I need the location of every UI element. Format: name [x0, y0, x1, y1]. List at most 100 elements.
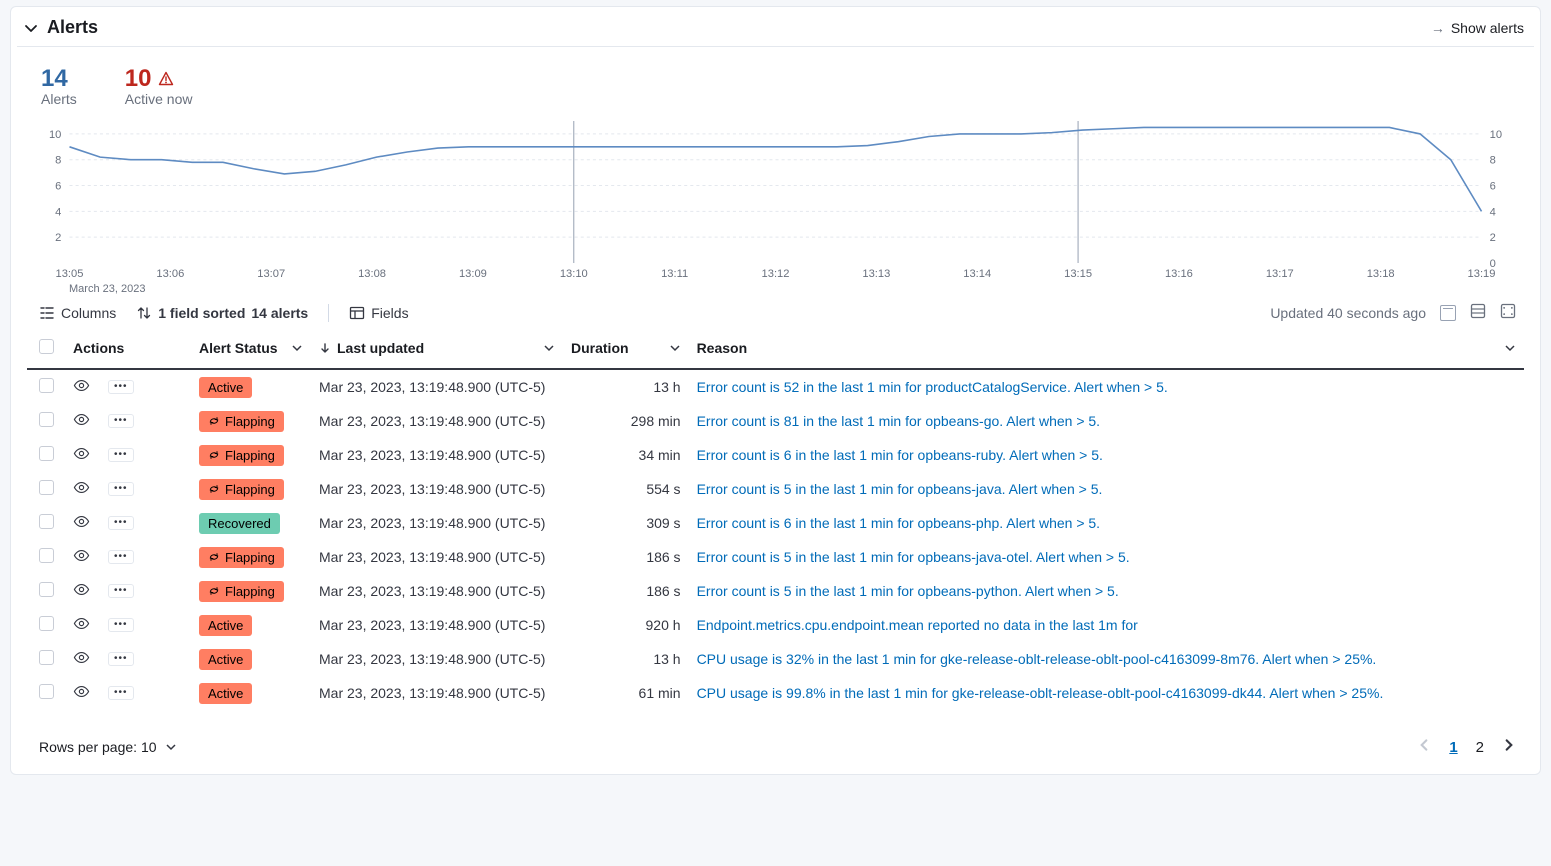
rows-per-page[interactable]: Rows per page: 10 [39, 739, 177, 755]
svg-text:13:12: 13:12 [762, 268, 790, 280]
eye-icon [73, 479, 90, 496]
columns-button[interactable]: Columns [39, 305, 116, 321]
reason-link[interactable]: Error count is 5 in the last 1 min for o… [697, 583, 1119, 599]
cell-duration: 34 min [571, 447, 681, 463]
eye-icon [73, 581, 90, 598]
view-details-button[interactable] [73, 581, 90, 601]
page-1[interactable]: 1 [1449, 739, 1457, 756]
columns-icon [39, 305, 55, 321]
cell-updated: Mar 23, 2023, 13:19:48.900 (UTC-5) [311, 540, 563, 574]
select-all-checkbox[interactable] [39, 339, 54, 354]
reason-link[interactable]: Endpoint.metrics.cpu.endpoint.mean repor… [697, 617, 1138, 633]
reason-link[interactable]: Error count is 6 in the last 1 min for o… [697, 515, 1101, 531]
more-actions-button[interactable]: ••• [108, 482, 134, 496]
view-details-button[interactable] [73, 411, 90, 431]
density-icon[interactable] [1470, 303, 1486, 322]
row-checkbox[interactable] [39, 480, 54, 495]
reason-link[interactable]: Error count is 52 in the last 1 min for … [697, 379, 1168, 395]
eye-icon [73, 683, 90, 700]
show-alerts-link[interactable]: → Show alerts [1431, 20, 1524, 36]
more-actions-button[interactable]: ••• [108, 414, 134, 428]
reason-link[interactable]: Error count is 5 in the last 1 min for o… [697, 549, 1130, 565]
row-checkbox[interactable] [39, 446, 54, 461]
fullscreen-icon[interactable] [1500, 303, 1516, 322]
row-checkbox[interactable] [39, 616, 54, 631]
more-actions-button[interactable]: ••• [108, 618, 134, 632]
keyboard-shortcuts-icon[interactable] [1440, 305, 1456, 321]
table-row: •••ActiveMar 23, 2023, 13:19:48.900 (UTC… [27, 369, 1524, 404]
view-details-button[interactable] [73, 377, 90, 397]
page-prev[interactable] [1417, 738, 1431, 756]
alerts-table: Actions Alert Status Last updated [27, 328, 1524, 710]
svg-text:13:10: 13:10 [560, 268, 588, 280]
eye-icon [73, 445, 90, 462]
view-details-button[interactable] [73, 479, 90, 499]
show-alerts-label: Show alerts [1451, 20, 1524, 36]
chevron-down-icon [165, 741, 177, 753]
view-details-button[interactable] [73, 615, 90, 635]
reason-link[interactable]: Error count is 81 in the last 1 min for … [697, 413, 1101, 429]
svg-text:4: 4 [55, 206, 61, 218]
fields-icon [349, 305, 365, 321]
table-row: •••ActiveMar 23, 2023, 13:19:48.900 (UTC… [27, 608, 1524, 642]
more-actions-button[interactable]: ••• [108, 380, 134, 394]
view-details-button[interactable] [73, 445, 90, 465]
row-checkbox[interactable] [39, 684, 54, 699]
fields-button[interactable]: Fields [349, 305, 408, 321]
table-row: •••RecoveredMar 23, 2023, 13:19:48.900 (… [27, 506, 1524, 540]
table-row: •••FlappingMar 23, 2023, 13:19:48.900 (U… [27, 540, 1524, 574]
chevron-down-icon [669, 342, 681, 354]
more-actions-button[interactable]: ••• [108, 652, 134, 666]
svg-text:13:14: 13:14 [963, 268, 991, 280]
sort-button[interactable]: 1 field sorted 14 alerts [136, 305, 308, 321]
chevron-down-icon [291, 342, 303, 354]
cell-updated: Mar 23, 2023, 13:19:48.900 (UTC-5) [311, 642, 563, 676]
svg-text:13:07: 13:07 [257, 268, 285, 280]
cell-updated: Mar 23, 2023, 13:19:48.900 (UTC-5) [311, 676, 563, 710]
table-footer: Rows per page: 10 1 2 [11, 710, 1540, 774]
row-checkbox[interactable] [39, 412, 54, 427]
svg-text:8: 8 [55, 155, 61, 167]
reason-link[interactable]: Error count is 5 in the last 1 min for o… [697, 481, 1103, 497]
row-checkbox[interactable] [39, 650, 54, 665]
more-actions-button[interactable]: ••• [108, 448, 134, 462]
cell-updated: Mar 23, 2023, 13:19:48.900 (UTC-5) [311, 472, 563, 506]
page-2[interactable]: 2 [1476, 739, 1484, 756]
status-badge: Active [199, 649, 252, 670]
table-row: •••FlappingMar 23, 2023, 13:19:48.900 (U… [27, 438, 1524, 472]
header-duration[interactable]: Duration [563, 328, 689, 369]
header-status[interactable]: Alert Status [191, 328, 311, 369]
reason-link[interactable]: CPU usage is 99.8% in the last 1 min for… [697, 685, 1384, 701]
header-reason[interactable]: Reason [689, 328, 1524, 369]
svg-text:13:13: 13:13 [862, 268, 890, 280]
more-actions-button[interactable]: ••• [108, 516, 134, 530]
table-row: •••FlappingMar 23, 2023, 13:19:48.900 (U… [27, 574, 1524, 608]
view-details-button[interactable] [73, 683, 90, 703]
row-checkbox[interactable] [39, 548, 54, 563]
panel-title: Alerts [47, 17, 98, 38]
status-badge: Active [199, 683, 252, 704]
more-actions-button[interactable]: ••• [108, 686, 134, 700]
more-actions-button[interactable]: ••• [108, 584, 134, 598]
view-details-button[interactable] [73, 649, 90, 669]
cell-updated: Mar 23, 2023, 13:19:48.900 (UTC-5) [311, 608, 563, 642]
panel-header: Alerts → Show alerts [11, 7, 1540, 46]
reason-link[interactable]: Error count is 6 in the last 1 min for o… [697, 447, 1103, 463]
header-updated[interactable]: Last updated [311, 328, 563, 369]
status-badge: Flapping [199, 445, 284, 466]
row-checkbox[interactable] [39, 514, 54, 529]
eye-icon [73, 377, 90, 394]
view-details-button[interactable] [73, 513, 90, 533]
more-actions-button[interactable]: ••• [108, 550, 134, 564]
alerts-timeline-chart[interactable]: 224466881010013:0513:0613:0713:0813:0913… [11, 111, 1540, 297]
view-details-button[interactable] [73, 547, 90, 567]
cell-duration: 920 h [571, 617, 681, 633]
row-checkbox[interactable] [39, 582, 54, 597]
page-next[interactable] [1502, 738, 1516, 756]
row-checkbox[interactable] [39, 378, 54, 393]
svg-text:13:06: 13:06 [156, 268, 184, 280]
collapse-toggle[interactable] [21, 18, 41, 38]
table-row: •••FlappingMar 23, 2023, 13:19:48.900 (U… [27, 472, 1524, 506]
cell-duration: 298 min [571, 413, 681, 429]
reason-link[interactable]: CPU usage is 32% in the last 1 min for g… [697, 651, 1377, 667]
